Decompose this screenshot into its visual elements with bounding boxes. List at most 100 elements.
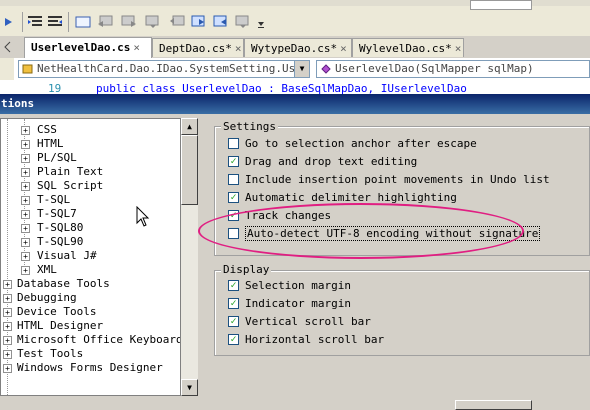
code-text: public class UserlevelDao : BaseSqlMapDa… [96, 82, 467, 94]
type-combo-dropdown-icon[interactable]: ▼ [294, 60, 310, 78]
toolbar-separator [22, 12, 23, 32]
tree-item[interactable]: T-SQL80 [37, 221, 83, 235]
expand-icon[interactable]: + [21, 210, 30, 219]
bookmark-clear-icon[interactable] [234, 14, 252, 30]
class-icon [22, 63, 34, 77]
expand-icon[interactable]: + [3, 350, 12, 359]
member-combo-value: UserlevelDao(SqlMapper sqlMap) [335, 62, 534, 75]
bookmark-next-file-icon[interactable] [212, 14, 230, 30]
tree-item[interactable]: T-SQL7 [37, 207, 77, 221]
line-number: 19 [48, 82, 62, 94]
tree-item[interactable]: T-SQL90 [37, 235, 83, 249]
code-line: 19 public class UserlevelDao : BaseSqlMa… [0, 80, 590, 94]
tab-deptdao[interactable]: DeptDao.cs* × [152, 38, 244, 57]
tab-wytypedao[interactable]: WytypeDao.cs* × [244, 38, 352, 57]
highlight-ellipse [198, 203, 524, 259]
expand-icon[interactable]: + [3, 364, 12, 373]
expand-icon[interactable]: + [3, 294, 12, 303]
indent-icon[interactable] [26, 14, 44, 30]
bookmark-icon[interactable] [144, 14, 162, 30]
tree-item[interactable]: Visual J# [37, 249, 97, 263]
checkbox-checked-icon[interactable]: ✓ [228, 155, 239, 167]
expand-icon[interactable]: + [21, 168, 30, 177]
tab-close-icon[interactable]: × [340, 42, 347, 55]
expand-icon[interactable]: + [21, 238, 30, 247]
checkbox-checked-icon[interactable]: ✓ [228, 279, 239, 291]
tree-item[interactable]: Microsoft Office Keyboard S [17, 333, 180, 347]
display-option[interactable]: ✓ Selection margin [228, 279, 351, 293]
expand-icon[interactable]: + [21, 182, 30, 191]
expand-icon[interactable]: + [21, 154, 30, 163]
comment-icon[interactable] [74, 14, 92, 30]
expand-icon[interactable]: + [3, 336, 12, 345]
settings-option-label: Go to selection anchor after escape [245, 137, 477, 150]
ok-button[interactable] [455, 400, 532, 410]
tree-item[interactable]: Debugging [17, 291, 77, 305]
tab-userleveldao[interactable]: UserlevelDao.cs × [24, 37, 152, 58]
find-box[interactable] [470, 0, 532, 10]
document-tabs: UserlevelDao.cs × DeptDao.cs* × WytypeDao.… [0, 36, 590, 59]
outdent-icon[interactable] [46, 14, 64, 30]
member-combo[interactable]: UserlevelDao(SqlMapper sqlMap) [316, 60, 590, 78]
tree-item[interactable]: Test Tools [17, 347, 83, 361]
display-option-label: Selection margin [245, 279, 351, 292]
tab-close-icon[interactable]: × [235, 42, 242, 55]
checkbox-checked-icon[interactable]: ✓ [228, 315, 239, 327]
tab-close-icon[interactable]: × [133, 41, 140, 54]
tree-item[interactable]: CSS [37, 123, 57, 137]
expand-icon[interactable]: + [21, 140, 30, 149]
overflow-icon[interactable] [256, 14, 266, 30]
display-option-label: Horizontal scroll bar [245, 333, 385, 346]
scroll-down-icon[interactable]: ▼ [181, 379, 198, 396]
settings-group-title: Settings [221, 120, 278, 133]
expand-icon[interactable]: + [21, 252, 30, 261]
tree-item[interactable]: T-SQL [37, 193, 70, 207]
expand-icon[interactable]: + [21, 266, 30, 275]
type-combo-value: NetHealthCard.Dao.IDao.SystemSetting.Use… [37, 62, 296, 75]
expand-icon[interactable]: + [3, 280, 12, 289]
tree-item[interactable]: HTML Designer [17, 319, 103, 333]
tree-item[interactable]: SQL Script [37, 179, 103, 193]
tab-nav-icon[interactable] [2, 40, 12, 54]
tree-item[interactable]: Plain Text [37, 165, 103, 179]
bookmark-toggle-icon[interactable] [190, 14, 208, 30]
bookmark-back-icon[interactable] [168, 14, 186, 30]
type-combo[interactable]: NetHealthCard.Dao.IDao.SystemSetting.Use… [18, 60, 296, 78]
settings-option[interactable]: ✓ Drag and drop text editing [228, 155, 417, 169]
display-option[interactable]: ✓ Horizontal scroll bar [228, 333, 384, 347]
tab-label: WylevelDao.cs* [359, 42, 452, 55]
expand-icon[interactable]: + [3, 322, 12, 331]
scroll-thumb[interactable] [181, 135, 198, 205]
checkbox-icon[interactable] [228, 173, 239, 185]
tree-item[interactable]: Windows Forms Designer [17, 361, 163, 375]
tree-item[interactable]: XML [37, 263, 57, 277]
checkbox-checked-icon[interactable]: ✓ [228, 297, 239, 309]
tab-label: UserlevelDao.cs [31, 41, 131, 54]
settings-option[interactable]: Include insertion point movements in Und… [228, 173, 550, 187]
checkbox-checked-icon[interactable]: ✓ [228, 333, 239, 345]
expand-icon[interactable]: + [21, 224, 30, 233]
display-option[interactable]: ✓ Indicator margin [228, 297, 351, 311]
expand-icon[interactable]: + [21, 126, 30, 135]
mouse-cursor-icon [136, 205, 150, 231]
dialog-title: tions [1, 97, 35, 110]
expand-icon[interactable]: + [3, 308, 12, 317]
tree-item[interactable]: Database Tools [17, 277, 110, 291]
tab-close-icon[interactable]: × [455, 42, 462, 55]
display-option[interactable]: ✓ Vertical scroll bar [228, 315, 371, 329]
step-icon[interactable] [2, 14, 20, 30]
tree-item[interactable]: PL/SQL [37, 151, 77, 165]
settings-option-label: Drag and drop text editing [245, 155, 418, 168]
bookmark-prev-icon[interactable] [96, 14, 114, 30]
checkbox-icon[interactable] [228, 137, 239, 149]
expand-icon[interactable]: + [21, 196, 30, 205]
method-icon [320, 63, 332, 77]
tree-item[interactable]: HTML [37, 137, 64, 151]
tab-wyleveldao[interactable]: WylevelDao.cs* × [352, 38, 464, 57]
bookmark-next-icon[interactable] [120, 14, 138, 30]
tree-scrollbar[interactable]: ▲ ▼ [181, 118, 198, 396]
checkbox-checked-icon[interactable]: ✓ [228, 191, 239, 203]
scroll-up-icon[interactable]: ▲ [181, 118, 198, 135]
settings-option[interactable]: Go to selection anchor after escape [228, 137, 477, 151]
tree-item[interactable]: Device Tools [17, 305, 96, 319]
